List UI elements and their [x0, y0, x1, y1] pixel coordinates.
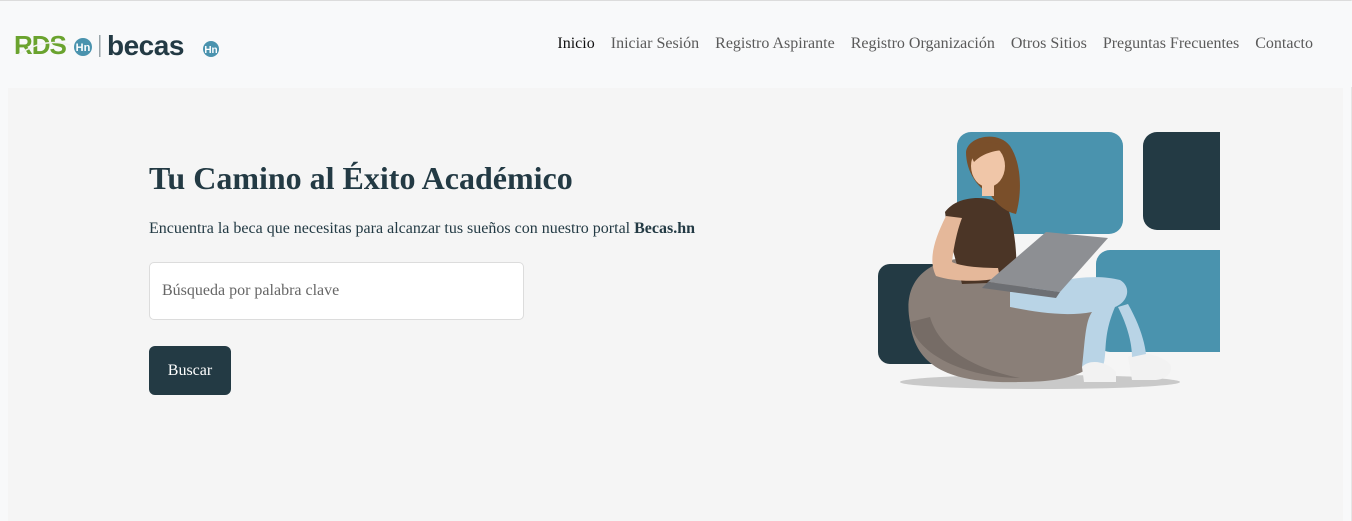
nav-preguntas-frecuentes[interactable]: Preguntas Frecuentes	[1103, 35, 1239, 53]
logo-becas-text: becas	[107, 31, 184, 61]
hero-subtitle: Encuentra la beca que necesitas para alc…	[149, 220, 695, 238]
search-button[interactable]: Buscar	[149, 346, 231, 395]
main-nav: Inicio Iniciar Sesión Registro Aspirante…	[557, 35, 1313, 53]
hero-title: Tu Camino al Éxito Académico	[149, 160, 573, 196]
nav-iniciar-sesion[interactable]: Iniciar Sesión	[611, 35, 699, 53]
nav-registro-organizacion[interactable]: Registro Organización	[851, 35, 995, 53]
logo-rds-badge: Hn	[76, 42, 91, 54]
nav-inicio[interactable]: Inicio	[557, 35, 594, 53]
hero-section: Tu Camino al Éxito Académico Encuentra l…	[8, 88, 1343, 521]
search-input[interactable]	[149, 262, 524, 320]
hero-subtitle-text: Encuentra la beca que necesitas para alc…	[149, 220, 635, 237]
logo-becas-badge: Hn	[204, 45, 217, 56]
nav-contacto[interactable]: Contacto	[1255, 35, 1313, 53]
hero-subtitle-brand: Becas.hn	[634, 220, 696, 237]
nav-otros-sitios[interactable]: Otros Sitios	[1011, 35, 1087, 53]
student-with-laptop-illustration	[878, 132, 1220, 389]
nav-registro-aspirante[interactable]: Registro Aspirante	[715, 35, 835, 53]
brand-logo[interactable]: RDS Hn becas Hn	[14, 30, 224, 61]
logo-rds-text: RDS	[14, 31, 67, 60]
navbar: RDS Hn becas Hn Inicio Iniciar Sesión Re…	[0, 1, 1352, 87]
